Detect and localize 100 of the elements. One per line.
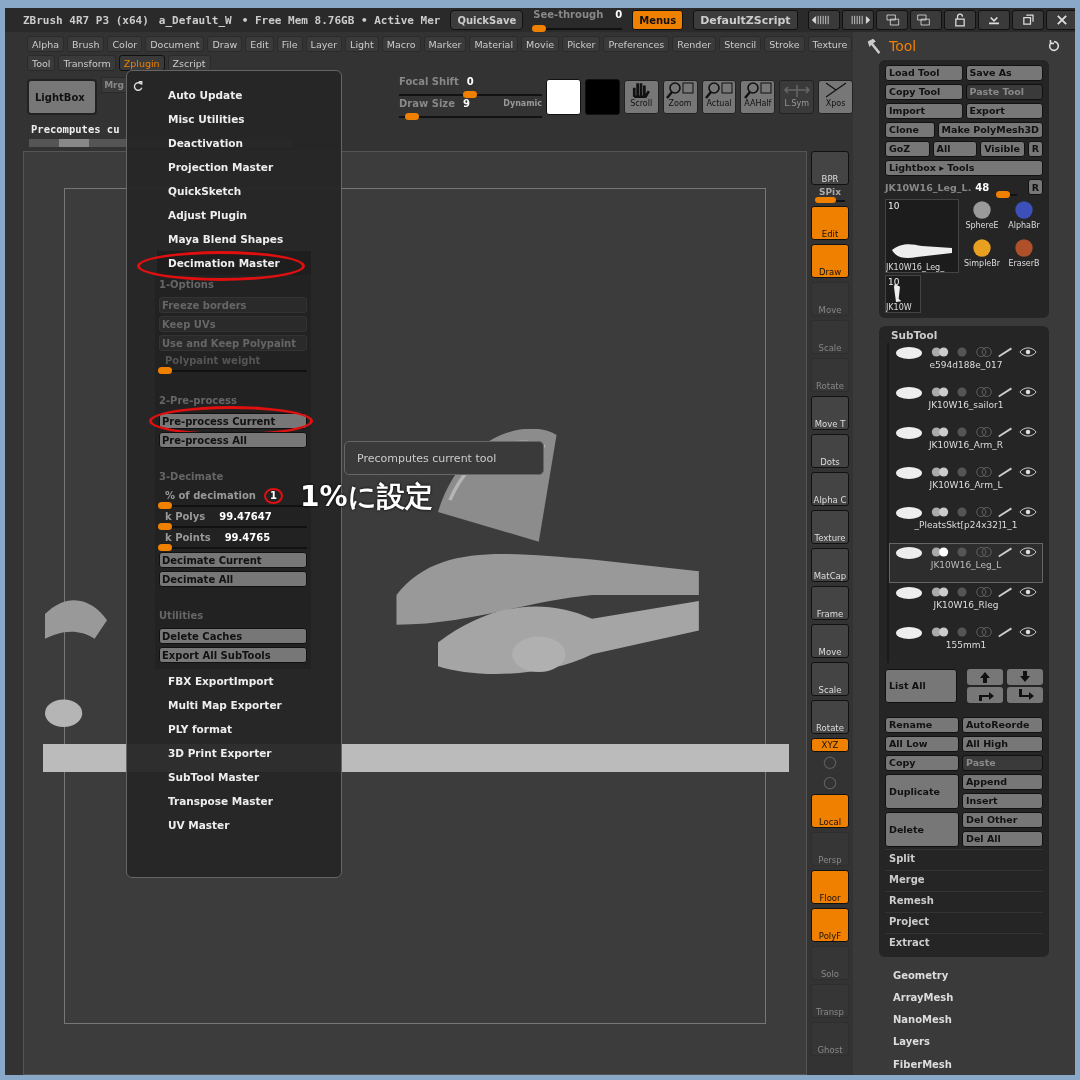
close-icon[interactable]: [1045, 10, 1075, 30]
brush-thumbnail[interactable]: AlphaBr: [1005, 198, 1043, 235]
shelf-button[interactable]: Floor: [811, 870, 849, 904]
subtool-item[interactable]: _PleatsSkt[p24x32]1_1: [889, 502, 1043, 543]
color-swatch[interactable]: [546, 79, 581, 115]
minimize-icon[interactable]: [977, 10, 1010, 30]
menu-item[interactable]: Light: [345, 36, 379, 52]
shelf-button[interactable]: BPR: [811, 151, 849, 185]
tool-thumbnail[interactable]: 10 JK10W: [885, 274, 921, 313]
menu-item[interactable]: Transform: [58, 55, 116, 71]
eye-icon[interactable]: [1018, 385, 1038, 398]
slider-thumb[interactable]: [158, 502, 172, 509]
slider-thumb[interactable]: [532, 25, 547, 32]
section-header[interactable]: Geometry: [857, 964, 1075, 987]
restore-icon[interactable]: [1011, 10, 1044, 30]
refresh-icon[interactable]: [132, 81, 144, 93]
view-tool-button[interactable]: Scroll: [623, 80, 659, 114]
menu-item[interactable]: Render: [672, 36, 717, 52]
reset-icon[interactable]: [1047, 38, 1061, 53]
tool-panel-button[interactable]: Make PolyMesh3D: [937, 121, 1043, 138]
plugin-menu-item[interactable]: Decimation Master: [157, 251, 311, 275]
layout-icon[interactable]: [875, 10, 908, 30]
shelf-button[interactable]: Move: [811, 624, 849, 658]
lock-icon[interactable]: [943, 10, 976, 30]
tool-panel-button[interactable]: Load Tool: [885, 64, 963, 81]
subtool-action-button[interactable]: AutoReorde: [962, 716, 1043, 733]
color-swatch[interactable]: [584, 79, 620, 115]
plugin-menu-item[interactable]: Projection Master: [157, 155, 285, 179]
plugin-menu-item[interactable]: FBX ExportImport: [157, 669, 285, 693]
subtool-action-button[interactable]: Insert: [962, 792, 1043, 809]
eye-icon[interactable]: [1018, 425, 1038, 438]
menu-item[interactable]: Stroke: [764, 36, 805, 52]
menu-item[interactable]: Material: [469, 36, 518, 52]
menu-item[interactable]: Alpha: [27, 36, 64, 52]
menu-item[interactable]: Brush: [67, 36, 105, 52]
menu-item[interactable]: Movie: [521, 36, 560, 52]
plugin-menu-item[interactable]: Adjust Plugin: [157, 203, 258, 227]
menu-item[interactable]: Macro: [381, 36, 421, 52]
tool-panel-button[interactable]: Visible: [980, 140, 1025, 157]
spix-slider[interactable]: [815, 197, 836, 203]
menu-item[interactable]: Texture: [807, 36, 853, 52]
subtool-item[interactable]: JK10W16_Leg_L: [889, 542, 1043, 583]
menu-item[interactable]: Picker: [562, 36, 601, 52]
menus-toggle[interactable]: Menus: [632, 10, 684, 30]
tool-panel-button[interactable]: Import: [885, 102, 963, 119]
menu-item[interactable]: Marker: [423, 36, 467, 52]
section-header[interactable]: Layers: [857, 1030, 1075, 1053]
subtool-action-button[interactable]: All High: [962, 735, 1043, 752]
draw-size-slider[interactable]: [405, 113, 420, 120]
polypaint-toggle-icon[interactable]: [930, 505, 950, 518]
menu-item[interactable]: Color: [107, 36, 143, 52]
plugin-button[interactable]: Pre-process All: [159, 432, 307, 448]
plugin-button[interactable]: Pre-process Current: [159, 413, 307, 429]
subtool-item[interactable]: 155mm1: [889, 622, 1043, 663]
shelf-button[interactable]: Move T: [811, 396, 849, 430]
lightbox-button[interactable]: LightBox: [27, 79, 98, 115]
menu-item[interactable]: Edit: [245, 36, 274, 52]
zscript-button[interactable]: DefaultZScript: [693, 10, 798, 30]
shelf-button[interactable]: Dots: [811, 434, 849, 468]
subtool-action-button[interactable]: All Low: [885, 735, 959, 752]
tool-panel-button[interactable]: Save As: [965, 64, 1043, 81]
subtool-item[interactable]: JK10W16_Arm_L: [889, 462, 1043, 503]
subtool-item[interactable]: JK10W16_Arm_R: [889, 422, 1043, 463]
plugin-menu-item[interactable]: 3D Print Exporter: [157, 741, 283, 765]
view-tool-button[interactable]: Actual: [701, 80, 737, 114]
view-tool-button[interactable]: AAHalf: [740, 80, 776, 114]
list-all-button[interactable]: List All: [885, 668, 957, 703]
polypaint-toggle-icon[interactable]: [930, 345, 950, 358]
shelf-button[interactable]: Frame: [811, 586, 849, 620]
eye-icon[interactable]: [1018, 625, 1038, 638]
plugin-button[interactable]: Delete Caches: [159, 628, 307, 644]
tool-panel-button[interactable]: Export: [965, 102, 1043, 119]
eye-icon[interactable]: [1018, 505, 1038, 518]
tool-panel-button[interactable]: R: [1027, 140, 1043, 157]
brush-thumbnail[interactable]: SphereE: [963, 198, 1001, 235]
section-header[interactable]: ArrayMesh: [857, 986, 1075, 1009]
shelf-button[interactable]: Edit: [811, 206, 849, 240]
scroll-left-icon[interactable]: [807, 10, 840, 30]
subtool-action-button[interactable]: Del Other: [962, 811, 1043, 828]
subtool-item[interactable]: e594d188e_017: [889, 342, 1043, 383]
menu-item[interactable]: Document: [145, 36, 205, 52]
polypaint-toggle-icon[interactable]: [930, 545, 950, 558]
subtool-action-button[interactable]: Delete: [885, 811, 959, 847]
slider-thumb[interactable]: [996, 190, 1010, 198]
section-header[interactable]: NanoMesh: [857, 1008, 1075, 1031]
shelf-button[interactable]: Alpha C: [811, 472, 849, 506]
subtool-item[interactable]: JK10W16_sailor1: [889, 382, 1043, 423]
eye-icon[interactable]: [1018, 545, 1038, 558]
brush-thumbnail[interactable]: EraserB: [1005, 236, 1043, 273]
plugin-menu-item[interactable]: UV Master: [157, 813, 241, 837]
view-tool-button[interactable]: Xpos: [818, 80, 854, 114]
menu-item[interactable]: Preferences: [603, 36, 670, 52]
slider-thumb[interactable]: [158, 367, 172, 374]
quicksave-button[interactable]: QuickSave: [450, 10, 524, 30]
shelf-button[interactable]: Rotate: [811, 700, 849, 734]
view-tool-button[interactable]: Zoom: [662, 80, 698, 114]
plugin-button[interactable]: Export All SubTools: [159, 647, 307, 663]
slider-thumb[interactable]: [158, 544, 172, 551]
menu-item[interactable]: Tool: [27, 55, 56, 71]
polypaint-toggle-icon[interactable]: [930, 625, 950, 638]
